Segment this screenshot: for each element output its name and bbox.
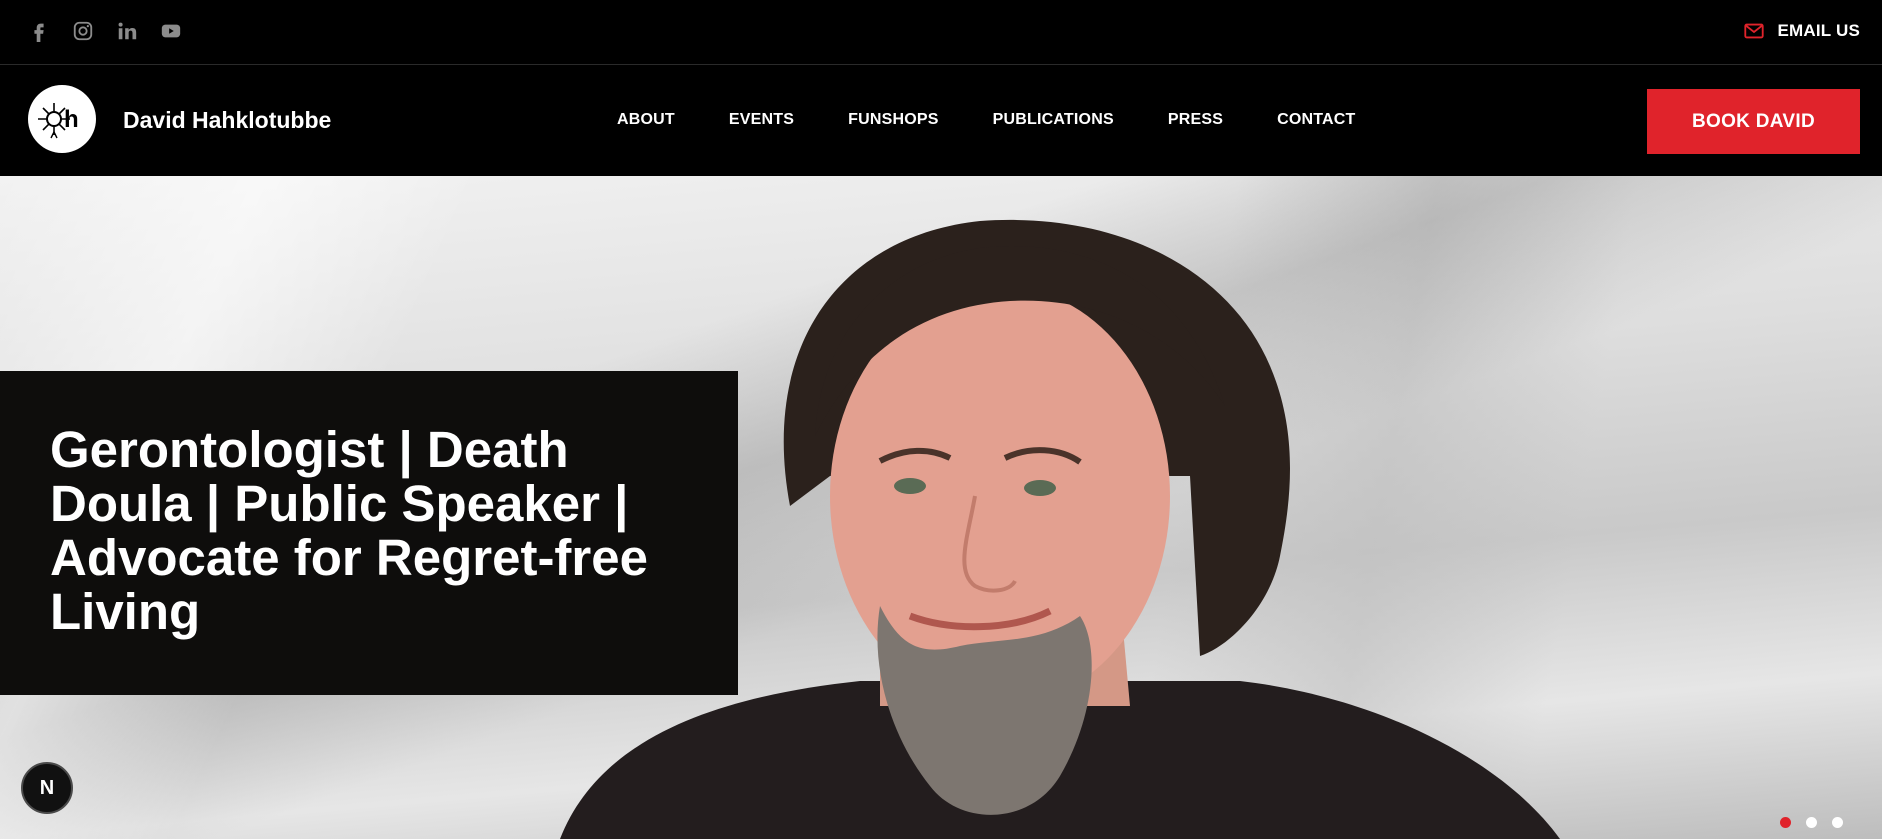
- headline-panel: Gerontologist | Death Doula | Public Spe…: [0, 371, 738, 695]
- slider-dot-2[interactable]: [1806, 817, 1817, 828]
- main-nav: ABOUT EVENTS FUNSHOPS PUBLICATIONS PRESS…: [617, 111, 1356, 129]
- nav-item-about[interactable]: ABOUT: [617, 111, 675, 129]
- n-badge-letter: N: [39, 776, 55, 799]
- main-nav-bar: h David Hahklotubbe ABOUT EVENTS FUNSHOP…: [0, 66, 1882, 176]
- site-logo[interactable]: h: [28, 85, 96, 153]
- facebook-icon[interactable]: [28, 20, 50, 42]
- slider-dot-1[interactable]: [1780, 817, 1791, 828]
- hero-section: Gerontologist | Death Doula | Public Spe…: [0, 176, 1882, 839]
- email-us-link[interactable]: EMAIL US: [1743, 20, 1860, 42]
- nav-item-funshops[interactable]: FUNSHOPS: [848, 111, 939, 129]
- linkedin-icon[interactable]: [116, 20, 138, 42]
- brand-name[interactable]: David Hahklotubbe: [123, 107, 331, 134]
- slider-dot-3[interactable]: [1832, 817, 1843, 828]
- nav-item-contact[interactable]: CONTACT: [1277, 111, 1355, 129]
- book-david-button[interactable]: BOOK DAVID: [1647, 89, 1860, 154]
- top-bar: EMAIL US: [0, 0, 1882, 65]
- email-us-label: EMAIL US: [1777, 21, 1860, 40]
- nav-item-press[interactable]: PRESS: [1168, 111, 1223, 129]
- n-badge-button[interactable]: N: [21, 762, 73, 814]
- envelope-icon: [1744, 23, 1765, 39]
- youtube-icon[interactable]: [160, 20, 182, 42]
- instagram-icon[interactable]: [72, 20, 94, 42]
- svg-text:h: h: [64, 106, 79, 133]
- nav-item-publications[interactable]: PUBLICATIONS: [993, 111, 1114, 129]
- slider-dots: [1780, 817, 1843, 828]
- hero-headline: Gerontologist | Death Doula | Public Spe…: [50, 421, 648, 640]
- nav-item-events[interactable]: EVENTS: [729, 111, 794, 129]
- social-links: [28, 20, 182, 42]
